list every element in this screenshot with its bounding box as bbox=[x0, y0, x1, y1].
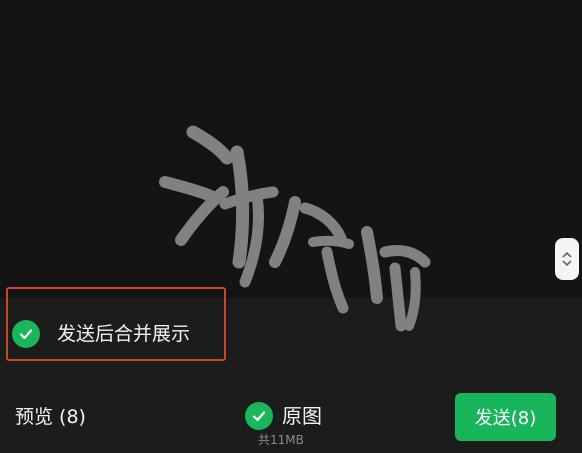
scroll-handle[interactable] bbox=[555, 238, 579, 280]
send-button[interactable]: 发送(8) bbox=[455, 393, 556, 441]
check-icon bbox=[252, 411, 266, 422]
chevron-up-icon bbox=[562, 251, 572, 258]
preview-button[interactable]: 预览 (8) bbox=[15, 403, 86, 431]
screen: 发送后合并展示 预览 (8) 原图 共11MB 发送(8) bbox=[0, 0, 582, 453]
merge-checkbox[interactable] bbox=[12, 320, 40, 348]
merge-option-label[interactable]: 发送后合并展示 bbox=[57, 320, 190, 348]
original-checkbox[interactable] bbox=[245, 402, 273, 430]
image-preview-area bbox=[0, 0, 582, 298]
chevron-down-icon bbox=[562, 260, 572, 267]
total-size-label: 共11MB bbox=[258, 433, 304, 447]
check-icon bbox=[19, 329, 33, 340]
original-image-label[interactable]: 原图 bbox=[282, 402, 322, 430]
